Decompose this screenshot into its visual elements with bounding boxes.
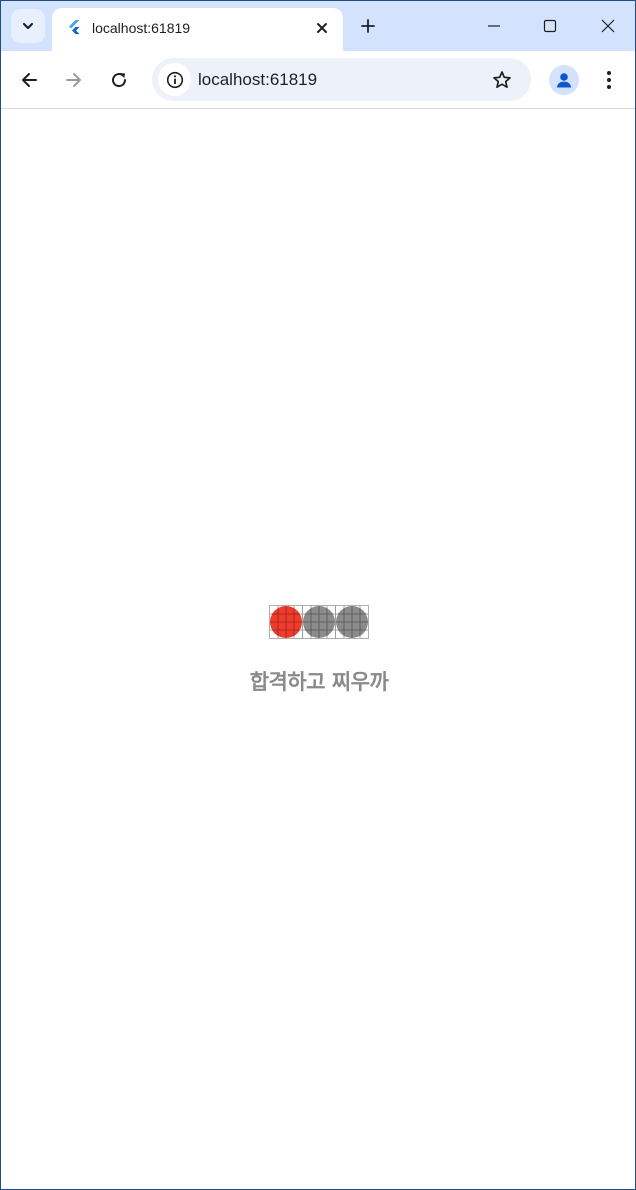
profile-button[interactable] <box>549 65 579 95</box>
loading-indicator <box>269 605 369 639</box>
page-content: 합격하고 찌우까 <box>1 110 635 1189</box>
profile-icon <box>556 73 572 88</box>
minimize-button[interactable] <box>474 9 514 43</box>
browser-window: localhost:61819 localhost:61819 합격하고 찌우까 <box>0 0 636 1190</box>
maximize-icon <box>543 19 557 33</box>
info-icon <box>166 71 183 88</box>
tab-close-button[interactable] <box>310 16 334 40</box>
browser-menu-button[interactable] <box>597 65 621 95</box>
forward-arrow-icon <box>66 73 81 87</box>
back-arrow-icon <box>22 73 37 87</box>
tab-strip: localhost:61819 <box>1 1 635 51</box>
tab-search-button[interactable] <box>11 9 45 43</box>
maximize-button[interactable] <box>530 9 570 43</box>
loading-dot-inactive <box>335 605 369 639</box>
flutter-icon <box>69 20 80 34</box>
site-info-button[interactable] <box>158 63 191 96</box>
new-tab-button[interactable] <box>355 13 381 39</box>
browser-toolbar: localhost:61819 <box>1 51 635 109</box>
loading-dot-inactive <box>302 605 336 639</box>
plus-icon <box>361 19 375 33</box>
tab-title: localhost:61819 <box>92 20 191 36</box>
reload-button[interactable] <box>103 64 135 96</box>
bookmark-button[interactable] <box>489 67 515 93</box>
splash-title: 합격하고 찌우까 <box>249 670 389 694</box>
star-icon <box>493 71 511 89</box>
close-icon <box>317 23 327 33</box>
window-close-button[interactable] <box>588 9 628 43</box>
chevron-down-icon <box>22 22 34 30</box>
minimize-icon <box>488 25 500 27</box>
browser-tab[interactable]: localhost:61819 <box>52 8 343 51</box>
forward-button[interactable] <box>58 64 90 96</box>
close-icon <box>601 19 615 33</box>
back-button[interactable] <box>13 64 45 96</box>
address-bar-url: localhost:61819 <box>198 70 318 89</box>
loading-dot-active <box>269 605 303 639</box>
kebab-menu-icon <box>607 71 611 89</box>
address-bar[interactable]: localhost:61819 <box>152 58 531 101</box>
reload-icon <box>112 73 127 88</box>
